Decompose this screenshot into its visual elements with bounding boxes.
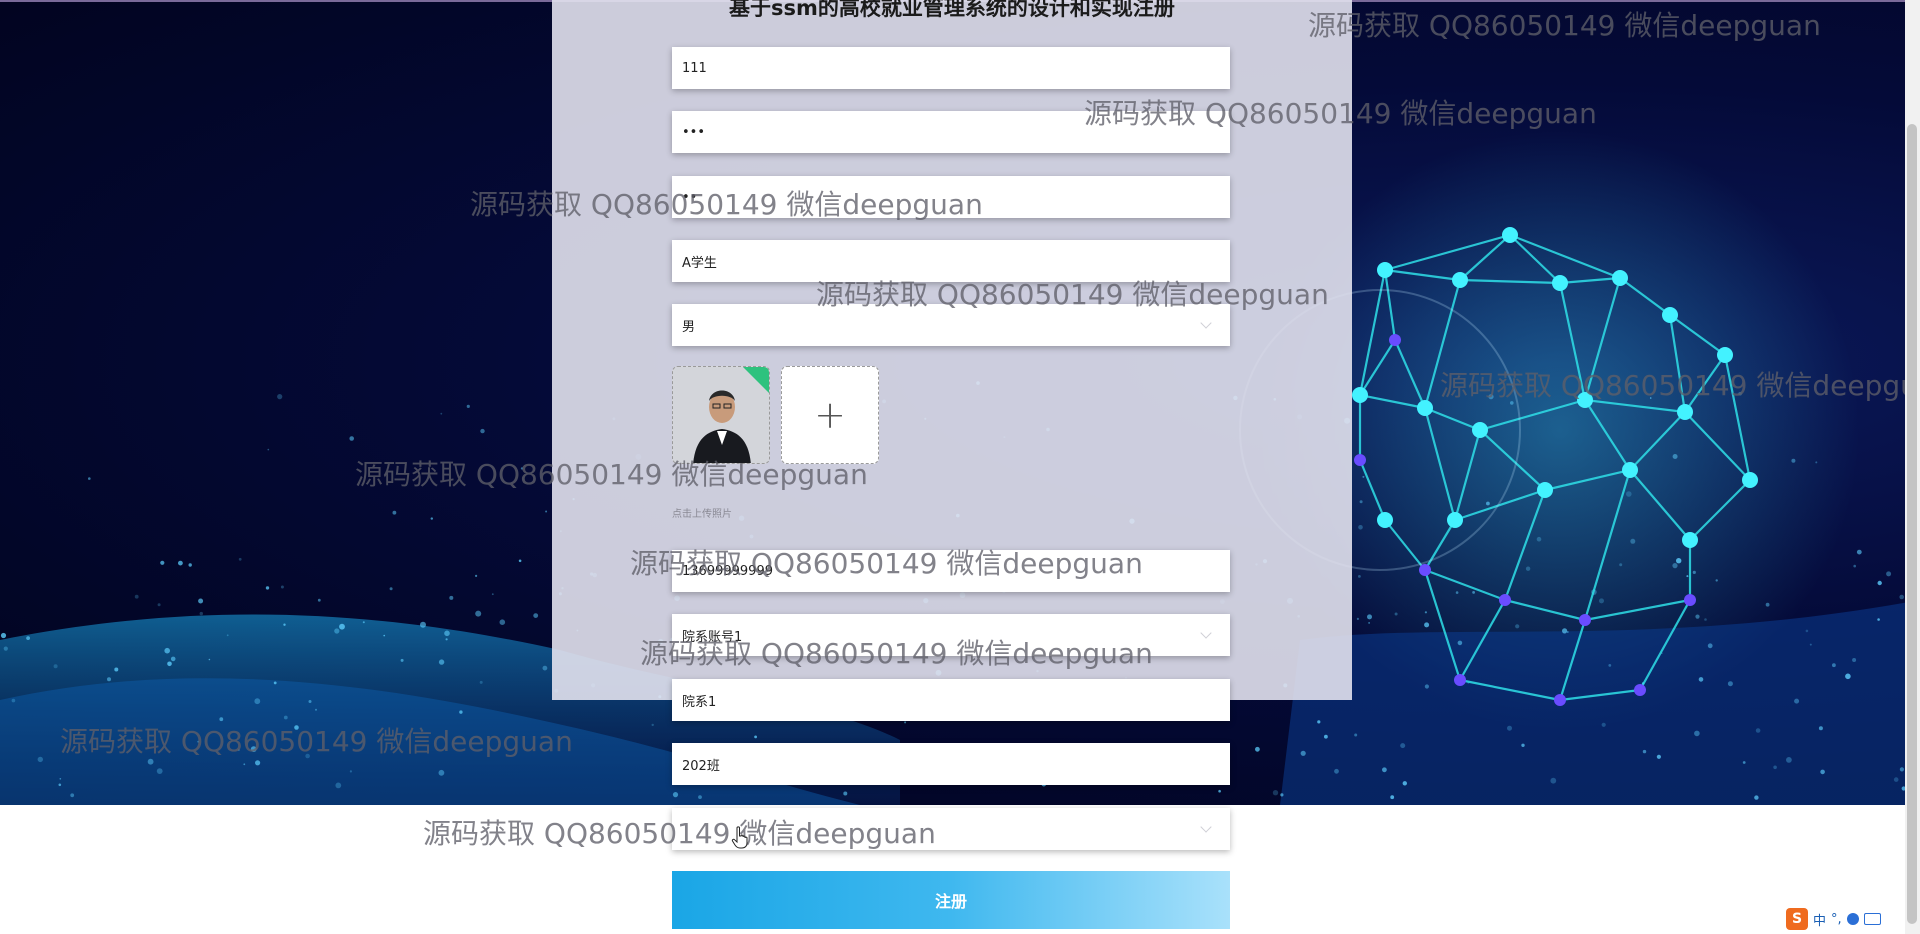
emoji-icon[interactable] — [1846, 913, 1859, 925]
password-value: ••• — [682, 124, 706, 140]
department-value: 院系1 — [682, 694, 717, 710]
keyboard-icon[interactable] — [1863, 913, 1881, 925]
student-name-field[interactable]: A学生 — [672, 240, 1230, 282]
gender-select[interactable]: 男 — [672, 304, 1230, 346]
confirm-password-value: •• — [682, 189, 698, 205]
username-field[interactable]: 111 — [672, 47, 1230, 89]
ime-punctuation[interactable]: °, — [1831, 912, 1842, 927]
cursor-hand-icon — [731, 826, 748, 849]
department-account-value: 院系账号1 — [682, 629, 743, 645]
register-panel — [552, 0, 1352, 700]
ime-logo-icon: S — [1786, 908, 1808, 930]
chevron-down-icon — [1200, 317, 1212, 329]
extra-select[interactable] — [672, 808, 1230, 850]
page-title: 基于ssm的高校就业管理系统的设计和实现注册 — [729, 0, 1175, 20]
chevron-down-icon — [1200, 821, 1212, 833]
upload-photo-button[interactable]: + — [781, 366, 879, 464]
confirm-password-field[interactable]: •• — [672, 176, 1230, 218]
avatar-photo[interactable] — [672, 366, 770, 464]
register-button[interactable]: 注册 — [672, 871, 1230, 929]
class-field[interactable]: 202班 — [672, 743, 1230, 785]
upload-hint: 点击上传照片 — [672, 509, 732, 520]
student-name-value: A学生 — [682, 255, 717, 271]
gender-value: 男 — [682, 319, 696, 335]
phone-field[interactable]: 13699999999 — [672, 550, 1230, 592]
phone-value: 13699999999 — [682, 563, 773, 579]
scrollbar-thumb[interactable] — [1907, 124, 1917, 924]
username-value: 111 — [682, 60, 707, 76]
plus-icon: + — [814, 393, 846, 437]
department-field[interactable]: 院系1 — [672, 679, 1230, 721]
ime-toolbar[interactable]: S 中 °, — [1786, 908, 1881, 930]
class-value: 202班 — [682, 758, 720, 774]
department-account-select[interactable]: 院系账号1 — [672, 614, 1230, 656]
chevron-down-icon — [1200, 627, 1212, 639]
avatar-image — [673, 367, 769, 463]
password-field[interactable]: ••• — [672, 111, 1230, 153]
ime-language[interactable]: 中 — [1813, 910, 1826, 929]
